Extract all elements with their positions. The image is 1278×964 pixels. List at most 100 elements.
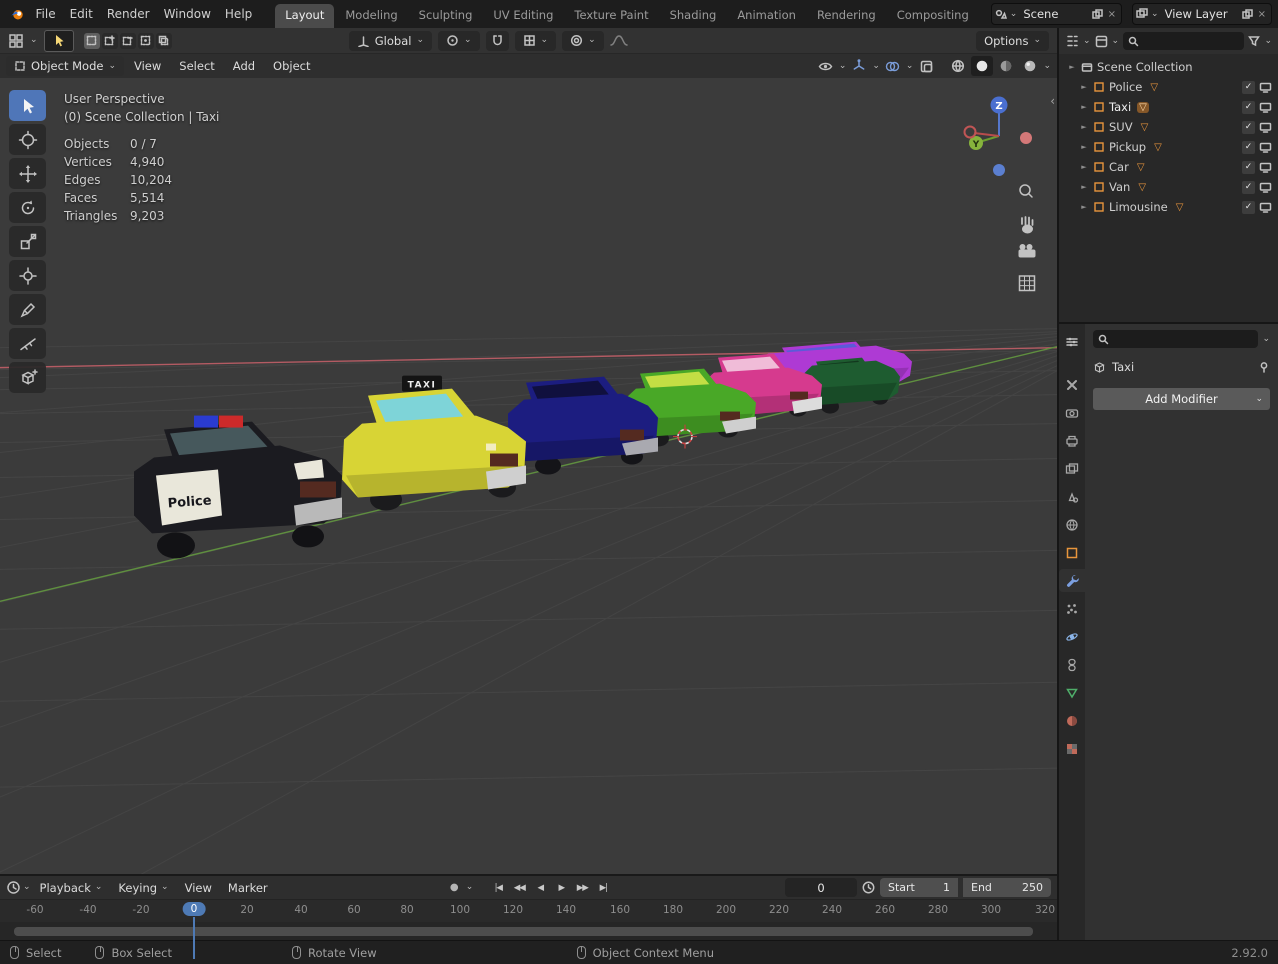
outliner-search[interactable] <box>1123 32 1245 50</box>
tab-constraints[interactable] <box>1059 653 1085 676</box>
tab-output[interactable] <box>1059 429 1085 452</box>
remove-view-layer-icon[interactable]: × <box>1256 9 1268 20</box>
outliner-row-police[interactable]: ► Police ▽ ✓ <box>1059 77 1278 97</box>
scene-name[interactable]: Scene <box>1020 7 1088 21</box>
play-reverse-button[interactable]: ◀ <box>531 879 549 897</box>
active-object-name[interactable]: Taxi <box>1112 360 1134 374</box>
tab-shading[interactable]: Shading <box>660 4 727 28</box>
active-tool-button[interactable] <box>43 29 74 52</box>
view-layer-selector[interactable]: ⌄ View Layer × <box>1132 3 1272 25</box>
tab-texture-paint[interactable]: Texture Paint <box>564 4 658 28</box>
properties-search-input[interactable] <box>1113 332 1254 346</box>
keying-menu[interactable]: Keying ⌄ <box>111 879 175 897</box>
shading-rendered-button[interactable] <box>1019 56 1041 76</box>
ortho-toggle-button[interactable] <box>1018 275 1036 292</box>
tool-scale[interactable] <box>9 226 46 257</box>
zoom-button[interactable] <box>1019 184 1033 198</box>
jump-to-start-button[interactable]: |◀ <box>489 879 507 897</box>
transform-orientation-dropdown[interactable]: Global ⌄ <box>348 30 432 51</box>
outliner-row-car[interactable]: ► Car ▽ ✓ <box>1059 157 1278 177</box>
mesh-data-icon[interactable]: ▽ <box>1135 162 1147 173</box>
outliner-row-taxi[interactable]: ► Taxi ▽ ✓ <box>1059 97 1278 117</box>
tab-uv-editing[interactable]: UV Editing <box>483 4 563 28</box>
tool-cursor[interactable] <box>9 124 46 155</box>
tab-material[interactable] <box>1059 709 1085 732</box>
tab-scene[interactable] <box>1059 485 1085 508</box>
sidebar-toggle-arrow[interactable]: ‹ <box>1050 94 1055 108</box>
select-mode-extend-icon[interactable] <box>101 32 118 49</box>
tool-add-cube[interactable] <box>9 362 46 393</box>
tab-modifiers[interactable] <box>1059 569 1085 592</box>
viewport-3d[interactable]: TAXI Police User Perspective (0) Scene C… <box>0 78 1057 874</box>
tab-texture[interactable] <box>1059 737 1085 760</box>
tab-sculpting[interactable]: Sculpting <box>409 4 483 28</box>
disable-in-viewport-icon[interactable] <box>1259 122 1272 133</box>
disable-in-viewport-icon[interactable] <box>1259 82 1272 93</box>
frame-start-field[interactable]: Start 1 <box>880 878 958 898</box>
menu-add[interactable]: Add <box>225 57 263 75</box>
exclude-checkbox[interactable]: ✓ <box>1242 160 1255 174</box>
tool-move[interactable] <box>9 158 46 189</box>
mesh-data-icon[interactable]: ▽ <box>1152 142 1164 153</box>
new-view-layer-icon[interactable] <box>1241 8 1253 20</box>
shading-wireframe-button[interactable] <box>947 56 969 76</box>
tab-physics[interactable] <box>1059 625 1085 648</box>
timeline-scrollbar[interactable] <box>14 926 1033 936</box>
editor-type-caret[interactable]: ⌄ <box>30 36 38 45</box>
disable-in-viewport-icon[interactable] <box>1259 182 1272 193</box>
disclosure-icon[interactable]: ► <box>1067 63 1077 71</box>
tool-transform[interactable] <box>9 260 46 291</box>
disable-in-viewport-icon[interactable] <box>1259 102 1272 113</box>
menu-select[interactable]: Select <box>171 57 222 75</box>
pin-icon[interactable] <box>1258 361 1270 373</box>
snap-toggle[interactable] <box>485 30 509 51</box>
properties-search[interactable] <box>1093 330 1259 348</box>
disclosure-icon[interactable]: ► <box>1079 83 1089 91</box>
disable-in-viewport-icon[interactable] <box>1259 162 1272 173</box>
outliner-display-mode-icon[interactable] <box>1095 35 1108 48</box>
menu-render[interactable]: Render <box>100 4 157 24</box>
mesh-data-icon-active[interactable]: ▽ <box>1137 101 1149 113</box>
tab-object[interactable] <box>1059 541 1085 564</box>
exclude-checkbox[interactable]: ✓ <box>1242 180 1255 194</box>
tab-particles[interactable] <box>1059 597 1085 620</box>
select-mode-new-icon[interactable] <box>83 32 100 49</box>
mesh-data-icon[interactable]: ▽ <box>1136 182 1148 193</box>
filter-funnel-icon[interactable] <box>1248 35 1261 47</box>
gizmo-z-axis-negative[interactable] <box>993 164 1005 176</box>
view-layer-browse-caret[interactable]: ⌄ <box>1151 9 1159 19</box>
tab-rendering[interactable]: Rendering <box>807 4 886 28</box>
tool-rotate[interactable] <box>9 192 46 223</box>
disclosure-icon[interactable]: ► <box>1079 143 1089 151</box>
next-keyframe-button[interactable]: ▶▶ <box>573 879 591 897</box>
disclosure-icon[interactable]: ► <box>1079 123 1089 131</box>
select-mode-subtract-icon[interactable] <box>119 32 136 49</box>
mode-dropdown[interactable]: Object Mode ⌄ <box>6 56 124 76</box>
exclude-checkbox[interactable]: ✓ <box>1242 140 1255 154</box>
properties-editor-icon[interactable] <box>1059 330 1085 353</box>
menu-view[interactable]: View <box>126 57 169 75</box>
menu-file[interactable]: File <box>29 4 63 24</box>
disclosure-icon[interactable]: ► <box>1079 103 1089 111</box>
pivot-point-dropdown[interactable]: ⌄ <box>438 30 480 51</box>
menu-help[interactable]: Help <box>218 4 259 24</box>
disclosure-icon[interactable]: ► <box>1079 203 1089 211</box>
properties-options-caret[interactable]: ⌄ <box>1262 334 1270 344</box>
jump-to-end-button[interactable]: ▶| <box>594 879 612 897</box>
mesh-data-icon[interactable]: ▽ <box>1139 122 1151 133</box>
outliner-row-suv[interactable]: ► SUV ▽ ✓ <box>1059 117 1278 137</box>
unlink-scene-icon[interactable]: × <box>1106 9 1118 20</box>
exclude-checkbox[interactable]: ✓ <box>1242 100 1255 114</box>
scene-browse-caret[interactable]: ⌄ <box>1010 9 1018 19</box>
navigation-gizmo[interactable]: Z Y <box>963 96 1033 177</box>
shading-material-button[interactable] <box>995 56 1017 76</box>
editor-type-icon[interactable] <box>8 33 24 49</box>
tab-compositing[interactable]: Compositing <box>887 4 979 28</box>
tool-select-tweak[interactable] <box>9 90 46 121</box>
viewport-canvas[interactable]: TAXI Police <box>0 78 1057 874</box>
new-scene-icon[interactable] <box>1091 8 1103 20</box>
tab-layout[interactable]: Layout <box>275 4 335 28</box>
disable-in-viewport-icon[interactable] <box>1259 202 1272 213</box>
gizmo-dropdown[interactable] <box>848 56 870 76</box>
tab-render[interactable] <box>1059 401 1085 424</box>
